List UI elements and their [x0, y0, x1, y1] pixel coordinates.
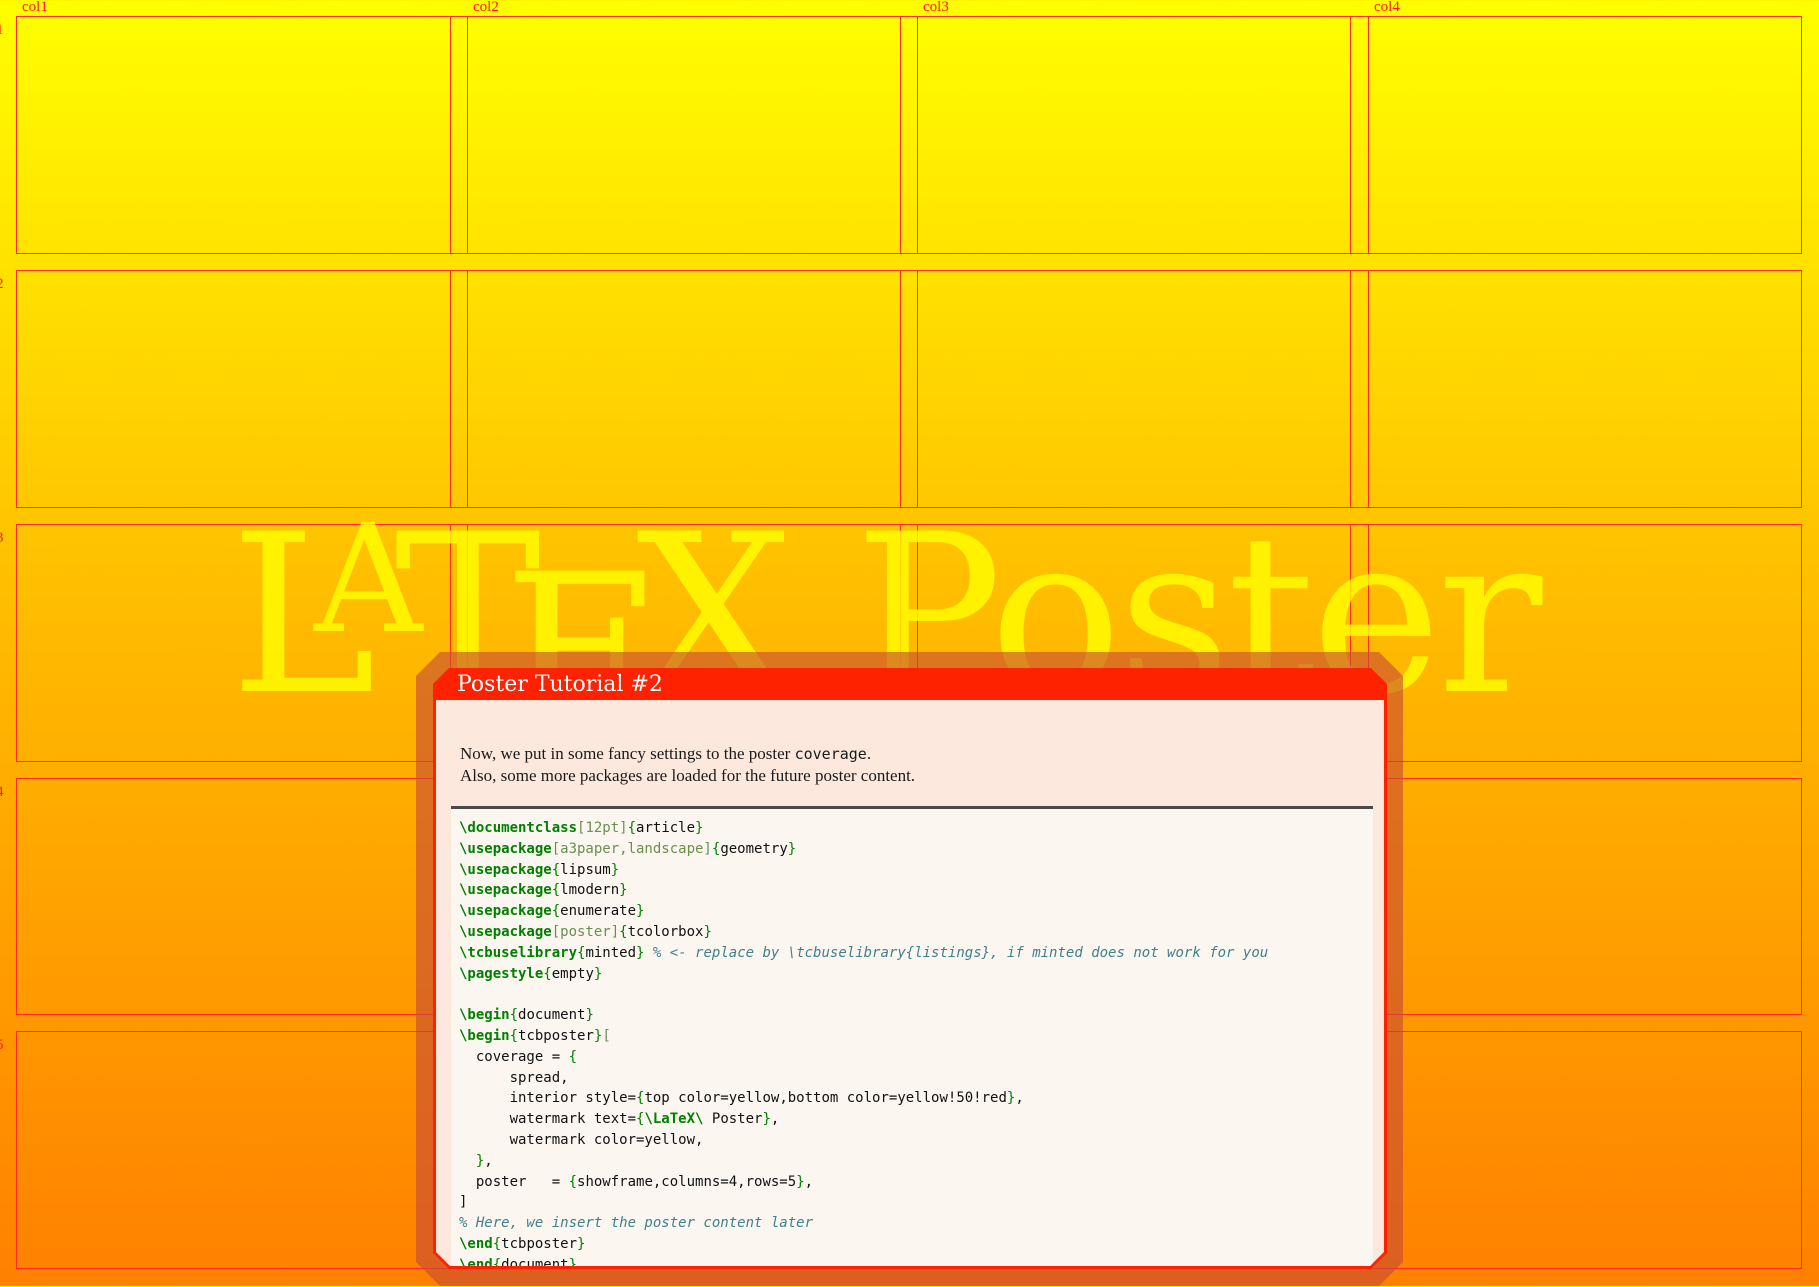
column-label-1: col1 — [22, 0, 48, 15]
poster-row-frame — [16, 16, 1802, 254]
row-label-1: 1 — [0, 23, 4, 38]
poster-row-frame — [16, 270, 1802, 508]
intro-line-1-text: Now, we put in some fancy settings to th… — [460, 744, 795, 763]
tutorial-body: Now, we put in some fancy settings to th… — [436, 700, 1384, 1266]
poster-tutorial-box: Poster Tutorial #2 Now, we put in some f… — [433, 668, 1387, 1269]
code-lines: \documentclass[12pt]{article} \usepackag… — [459, 820, 1269, 1273]
column-label-4: col4 — [1374, 0, 1400, 15]
intro-line-2-text: Also, some more packages are loaded for … — [460, 766, 916, 785]
column-label-3: col3 — [923, 0, 949, 15]
row-label-3: 3 — [0, 531, 4, 546]
row-label-4: 4 — [0, 785, 4, 800]
tutorial-intro: Now, we put in some fancy settings to th… — [460, 743, 915, 787]
tutorial-title: Poster Tutorial #2 — [457, 672, 663, 697]
column-label-2: col2 — [473, 0, 499, 15]
row-label-2: 2 — [0, 277, 4, 292]
coverage-code-word: coverage — [794, 745, 867, 763]
latex-code-listing: \documentclass[12pt]{article} \usepackag… — [451, 806, 1373, 1287]
row-label-5: 5 — [0, 1038, 4, 1053]
intro-line-1-end: . — [866, 744, 872, 763]
